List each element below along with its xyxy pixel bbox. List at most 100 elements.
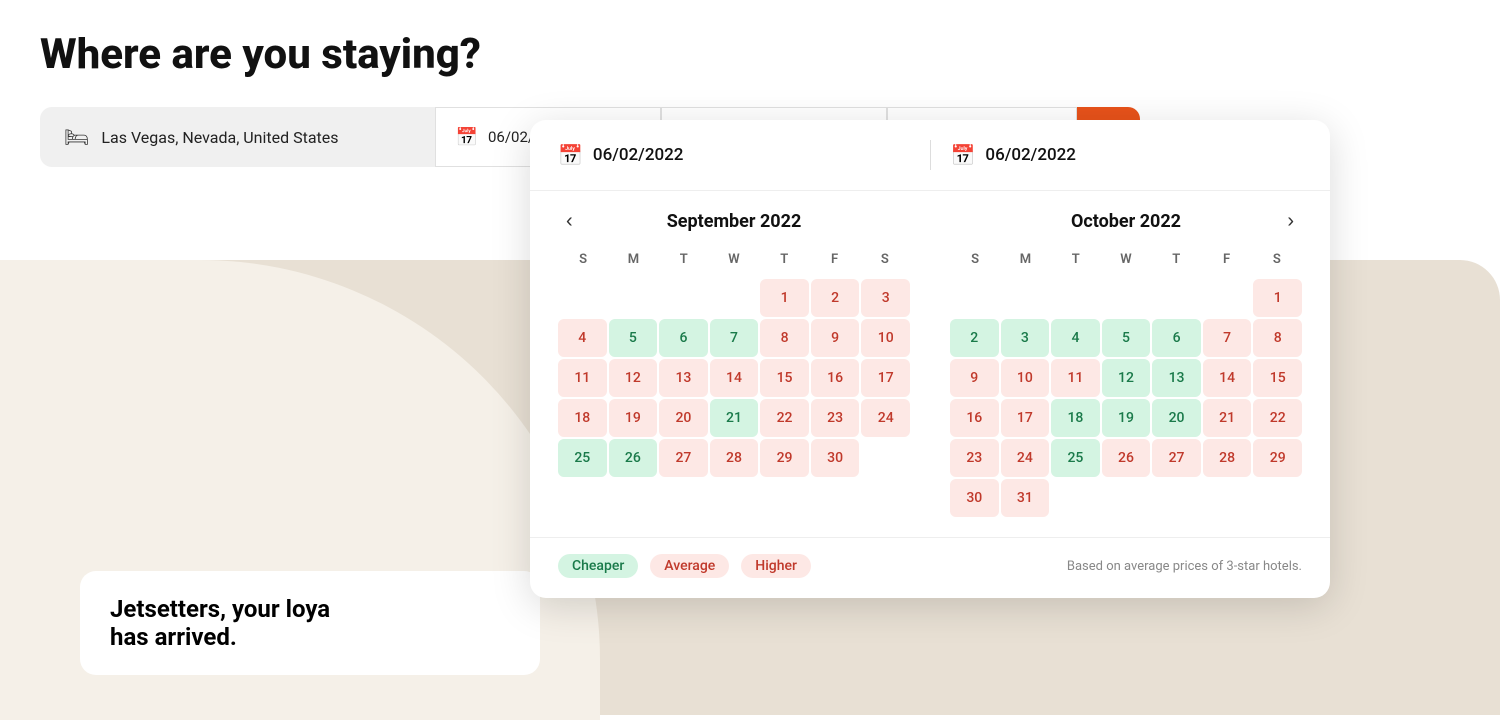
calendar-day[interactable]: 4 — [558, 319, 607, 357]
calendar-day — [659, 479, 708, 517]
calendar-day[interactable]: 16 — [950, 399, 999, 437]
calendar-day — [760, 479, 809, 517]
calendar-day[interactable]: 12 — [1102, 359, 1151, 397]
calendar-day — [558, 479, 607, 517]
calendar-day[interactable]: 3 — [1001, 319, 1050, 357]
cheaper-badge: Cheaper — [558, 554, 638, 578]
calendar-day[interactable]: 14 — [710, 359, 759, 397]
calendar-day[interactable]: 29 — [760, 439, 809, 477]
calendar-day — [558, 279, 607, 317]
calendar-day[interactable]: 8 — [1253, 319, 1302, 357]
oct-day-header-t1: T — [1051, 248, 1101, 271]
oct-day-header-s1: S — [950, 248, 1000, 271]
day-header-t1: T — [659, 248, 709, 271]
calendar-day[interactable]: 15 — [1253, 359, 1302, 397]
calendar-day — [1152, 279, 1201, 317]
calendar-legend: Cheaper Average Higher Based on average … — [530, 537, 1330, 598]
calendar-day[interactable]: 25 — [558, 439, 607, 477]
page-title: Where are you staying? — [40, 30, 1460, 79]
calendar-day[interactable]: 11 — [558, 359, 607, 397]
october-grid: S M T W T F S 12345678910111213141516171… — [950, 248, 1302, 517]
location-input[interactable]: 🛏 Las Vegas, Nevada, United States — [40, 107, 435, 167]
calendar-day[interactable]: 28 — [1203, 439, 1252, 477]
calendar-day[interactable]: 15 — [760, 359, 809, 397]
calendar-day[interactable]: 27 — [659, 439, 708, 477]
calendar-day[interactable]: 24 — [1001, 439, 1050, 477]
calendar-day[interactable]: 13 — [659, 359, 708, 397]
calendar-day[interactable]: 3 — [861, 279, 910, 317]
calendar-day[interactable]: 6 — [659, 319, 708, 357]
calendar-day[interactable]: 6 — [1152, 319, 1201, 357]
calendar-day[interactable]: 27 — [1152, 439, 1201, 477]
calendar-icon-right: 📅 — [951, 143, 976, 167]
calendar-day[interactable]: 18 — [558, 399, 607, 437]
calendar-day[interactable]: 23 — [811, 399, 860, 437]
calendar-day[interactable]: 29 — [1253, 439, 1302, 477]
calendar-day[interactable]: 1 — [1253, 279, 1302, 317]
calendar-checkout-field[interactable]: 📅 06/02/2022 — [951, 143, 1303, 167]
calendar-day[interactable]: 26 — [1102, 439, 1151, 477]
calendar-day[interactable]: 19 — [1102, 399, 1151, 437]
calendar-day[interactable]: 7 — [710, 319, 759, 357]
calendar-date-inputs: 📅 06/02/2022 📅 06/02/2022 — [530, 120, 1330, 191]
hero-card: Jetsetters, your loya has arrived. — [80, 571, 540, 675]
calendar-day[interactable]: 16 — [811, 359, 860, 397]
calendar-day[interactable]: 31 — [1001, 479, 1050, 517]
calendar-day[interactable]: 7 — [1203, 319, 1252, 357]
calendar-checkin-field[interactable]: 📅 06/02/2022 — [558, 143, 910, 167]
september-day-headers: S M T W T F S — [558, 248, 910, 271]
calendar-day — [811, 479, 860, 517]
prev-month-button[interactable]: ‹ — [558, 206, 581, 237]
calendar-day[interactable]: 4 — [1051, 319, 1100, 357]
calendar-day[interactable]: 5 — [609, 319, 658, 357]
calendar-day[interactable]: 20 — [659, 399, 708, 437]
calendar-day[interactable]: 8 — [760, 319, 809, 357]
calendar-day[interactable]: 30 — [811, 439, 860, 477]
day-header-s2: S — [860, 248, 910, 271]
calendar-day[interactable]: 1 — [760, 279, 809, 317]
calendar-day[interactable]: 19 — [609, 399, 658, 437]
calendar-day — [710, 479, 759, 517]
calendar-day[interactable]: 12 — [609, 359, 658, 397]
day-header-t2: T — [759, 248, 809, 271]
calendar-day — [1102, 479, 1151, 517]
next-month-button[interactable]: › — [1279, 206, 1302, 237]
calendar-day[interactable]: 11 — [1051, 359, 1100, 397]
calendar-day[interactable]: 21 — [710, 399, 759, 437]
calendar-day[interactable]: 2 — [811, 279, 860, 317]
calendar-day[interactable]: 2 — [950, 319, 999, 357]
calendar-day[interactable]: 18 — [1051, 399, 1100, 437]
oct-day-header-w1: W — [1101, 248, 1151, 271]
calendar-day[interactable]: 24 — [861, 399, 910, 437]
calendar-day[interactable]: 17 — [1001, 399, 1050, 437]
calendar-day[interactable]: 5 — [1102, 319, 1151, 357]
calendar-day[interactable]: 17 — [861, 359, 910, 397]
calendar-day[interactable]: 20 — [1152, 399, 1201, 437]
calendar-day[interactable]: 10 — [1001, 359, 1050, 397]
calendar-day[interactable]: 21 — [1203, 399, 1252, 437]
calendar-day — [1102, 279, 1151, 317]
oct-day-header-s2: S — [1252, 248, 1302, 271]
legend-note: Based on average prices of 3-star hotels… — [1067, 559, 1302, 574]
calendar-day[interactable]: 9 — [950, 359, 999, 397]
calendars-container: ‹ September 2022 S M T W T F S 123456789… — [530, 191, 1330, 537]
calendar-day[interactable]: 9 — [811, 319, 860, 357]
calendar-day[interactable]: 23 — [950, 439, 999, 477]
september-calendar: ‹ September 2022 S M T W T F S 123456789… — [558, 211, 910, 517]
calendar-checkin-value: 06/02/2022 — [593, 145, 684, 165]
calendar-day[interactable]: 22 — [760, 399, 809, 437]
hero-line1: Jetsetters, your loya — [110, 595, 330, 623]
calendar-day[interactable]: 28 — [710, 439, 759, 477]
day-header-f1: F — [809, 248, 859, 271]
calendar-day[interactable]: 25 — [1051, 439, 1100, 477]
calendar-icon-left: 📅 — [558, 143, 583, 167]
calendar-day[interactable]: 22 — [1253, 399, 1302, 437]
calendar-day[interactable]: 30 — [950, 479, 999, 517]
calendar-day[interactable]: 13 — [1152, 359, 1201, 397]
calendar-day[interactable]: 26 — [609, 439, 658, 477]
calendar-day — [1001, 279, 1050, 317]
calendar-checkout-value: 06/02/2022 — [985, 145, 1076, 165]
october-title: October 2022 — [1071, 211, 1181, 232]
calendar-day[interactable]: 10 — [861, 319, 910, 357]
calendar-day[interactable]: 14 — [1203, 359, 1252, 397]
